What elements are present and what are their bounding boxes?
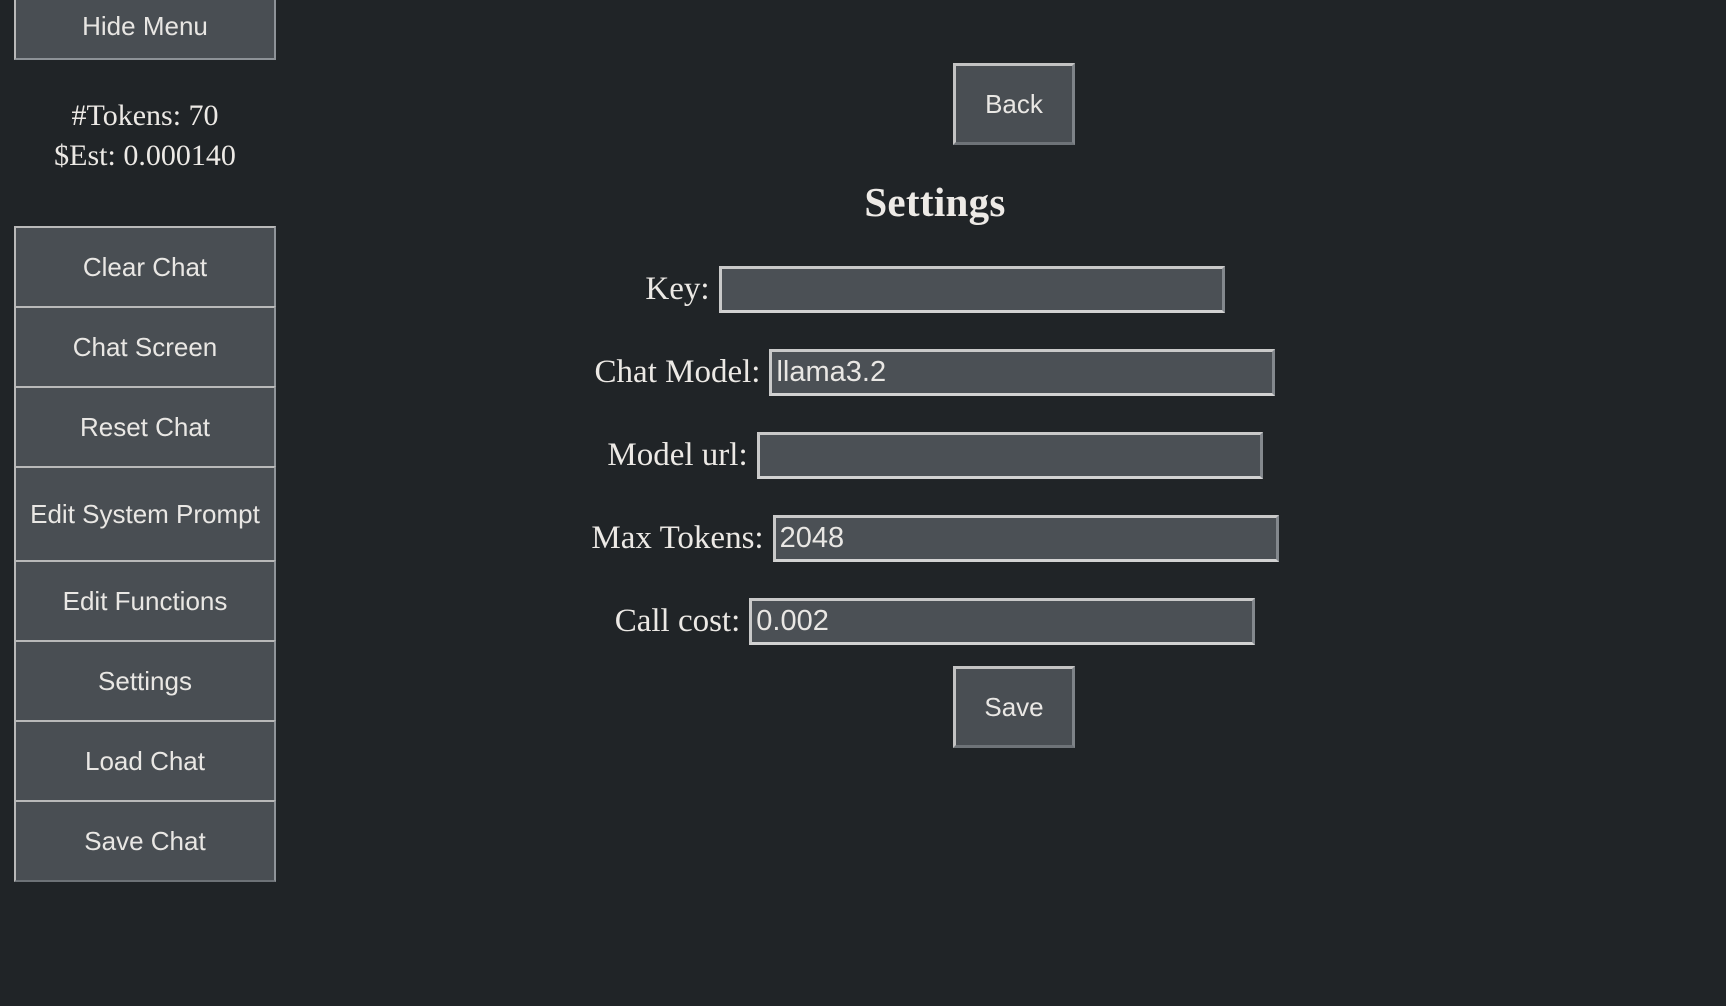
token-info: #Tokens: 70 $Est: 0.000140 [14, 96, 276, 175]
sidebar-item-edit-system-prompt[interactable]: Edit System Prompt [14, 466, 276, 562]
hide-menu-button[interactable]: Hide Menu [14, 0, 276, 60]
form-row-max-tokens: Max Tokens: [285, 497, 1585, 580]
sidebar-item-settings[interactable]: Settings [14, 640, 276, 722]
model-url-input[interactable] [756, 432, 1263, 479]
sidebar: Hide Menu #Tokens: 70 $Est: 0.000140 Cle… [0, 0, 285, 1006]
form-row-call-cost: Call cost: [285, 580, 1585, 663]
call-cost-input[interactable] [749, 598, 1256, 645]
back-button-label: Back [985, 88, 1043, 119]
call-cost-label: Call cost: [614, 603, 741, 639]
form-row-key: Key: [285, 248, 1585, 331]
chat-model-label: Chat Model: [594, 354, 761, 390]
sidebar-item-chat-screen[interactable]: Chat Screen [14, 306, 276, 388]
settings-form: Key: Chat Model: Model url: Max Tokens: … [285, 248, 1585, 663]
settings-panel: Back Settings Key: Chat Model: Model url… [285, 0, 1726, 1006]
sidebar-menu: Clear Chat Chat Screen Reset Chat Edit S… [14, 226, 276, 882]
form-row-model-url: Model url: [285, 414, 1585, 497]
sidebar-item-clear-chat[interactable]: Clear Chat [14, 226, 276, 308]
cost-estimate: $Est: 0.000140 [54, 138, 236, 172]
max-tokens-label: Max Tokens: [591, 520, 764, 556]
form-row-chat-model: Chat Model: [285, 331, 1585, 414]
sidebar-item-label: Chat Screen [72, 331, 218, 362]
max-tokens-input[interactable] [772, 515, 1279, 562]
sidebar-item-label: Load Chat [85, 745, 205, 776]
page-title: Settings [864, 179, 1006, 225]
token-count: #Tokens: 70 [71, 99, 219, 132]
sidebar-item-label: Save Chat [84, 825, 206, 856]
model-url-label: Model url: [607, 437, 748, 473]
sidebar-item-edit-functions[interactable]: Edit Functions [14, 560, 276, 642]
save-button[interactable]: Save [953, 666, 1075, 748]
sidebar-item-label: Reset Chat [79, 411, 211, 442]
save-button-label: Save [984, 691, 1044, 722]
sidebar-item-reset-chat[interactable]: Reset Chat [14, 386, 276, 468]
sidebar-item-load-chat[interactable]: Load Chat [14, 720, 276, 802]
hide-menu-label: Hide Menu [82, 11, 208, 41]
chat-model-input[interactable] [769, 349, 1276, 396]
sidebar-item-label: Edit System Prompt [30, 498, 260, 529]
sidebar-item-label: Settings [98, 665, 192, 696]
key-label: Key: [645, 271, 710, 307]
key-input[interactable] [718, 266, 1225, 313]
back-button[interactable]: Back [953, 63, 1075, 145]
sidebar-item-save-chat[interactable]: Save Chat [14, 800, 276, 882]
sidebar-item-label: Edit Functions [62, 585, 228, 616]
sidebar-item-label: Clear Chat [82, 251, 208, 282]
